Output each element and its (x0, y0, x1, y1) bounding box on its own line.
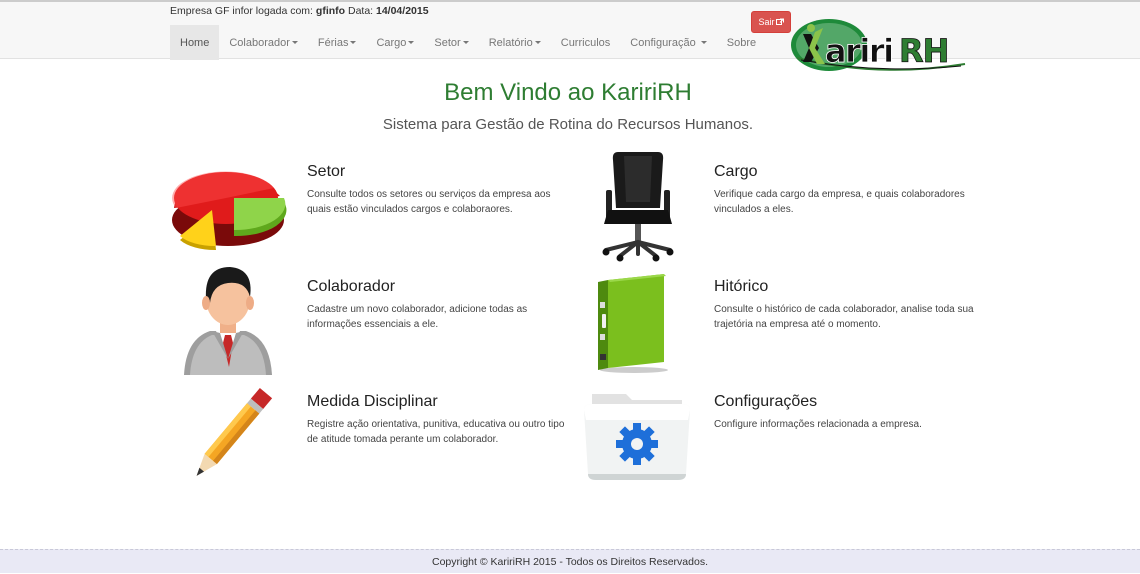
footer: Copyright © KaririRH 2015 - Todos os Dir… (0, 549, 1140, 573)
office-chair-icon[interactable] (598, 150, 678, 262)
caret-down-icon (408, 41, 415, 44)
historico-title[interactable]: Hitórico (714, 278, 768, 296)
nav-home-label: Home (180, 36, 210, 49)
main-nav: Home Colaborador Férias Cargo Setor Rela… (170, 25, 766, 60)
caret-down-icon (700, 41, 707, 44)
logout-icon (775, 18, 784, 25)
svg-text:RH: RH (899, 32, 948, 70)
colaborador-title[interactable]: Colaborador (307, 278, 395, 296)
top-navbar: Empresa GF infor logada com: gfinfo Data… (0, 0, 1140, 60)
nav-sobre-label: Sobre (726, 36, 757, 49)
setor-title[interactable]: Setor (307, 163, 345, 181)
nav-curriculos-label: Curriculos (560, 36, 611, 49)
session-date-label: Data: (345, 5, 376, 17)
caret-down-icon (350, 41, 357, 44)
nav-setor[interactable]: Setor (424, 25, 478, 60)
medida-title[interactable]: Medida Disciplinar (307, 393, 438, 411)
nav-relatorio-label: Relatório (488, 36, 533, 49)
session-date: 14/04/2015 (376, 5, 429, 17)
caret-down-icon (462, 41, 469, 44)
page-subtitle: Sistema para Gestão de Rotina do Recurso… (382, 116, 754, 133)
session-prefix: Empresa GF infor logada com: (170, 5, 316, 17)
session-user: gfinfo (315, 5, 346, 17)
caret-down-icon (534, 41, 541, 44)
nav-ferias-label: Férias (317, 36, 349, 49)
colaborador-description: Cadastre um novo colaborador, adicione t… (307, 304, 528, 330)
page-title: Bem Vindo ao KaririRH (444, 79, 692, 106)
nav-home[interactable]: Home (170, 25, 220, 60)
nav-curriculos[interactable]: Curriculos (551, 25, 621, 60)
nav-cargo-label: Cargo (376, 36, 407, 49)
brand-logo[interactable]: ariri RH (789, 12, 967, 74)
historico-description: Consulte o histórico de cada colaborador… (714, 304, 974, 330)
nav-cargo[interactable]: Cargo (366, 25, 424, 60)
nav-relatorio[interactable]: Relatório (479, 25, 551, 60)
nav-ferias[interactable]: Férias (308, 25, 367, 60)
medida-description: Registre ação orientativa, punitiva, edu… (307, 419, 565, 445)
logout-label: Sair (758, 17, 775, 27)
footer-copyright: Copyright © KaririRH 2015 - Todos os Dir… (432, 556, 708, 568)
pie-chart-icon[interactable] (168, 158, 288, 253)
config-title[interactable]: Configurações (714, 393, 817, 411)
setor-description: Consulte todos os setores ou serviços da… (307, 189, 551, 215)
cargo-title[interactable]: Cargo (714, 163, 758, 181)
nav-setor-label: Setor (434, 36, 461, 49)
kariri-logo-icon: ariri RH (791, 19, 966, 71)
svg-text:ariri: ariri (825, 32, 893, 70)
session-info: Empresa GF infor logada com: gfinfo Data… (170, 5, 429, 17)
nav-configuracao-label: Configuração (630, 36, 696, 49)
settings-folder-icon[interactable] (582, 390, 692, 482)
caret-down-icon (291, 41, 298, 44)
nav-configuracao[interactable]: Configuração (620, 25, 717, 60)
logout-button[interactable]: Sair (751, 11, 791, 33)
binder-icon[interactable] (594, 272, 670, 374)
pencil-icon[interactable] (184, 384, 276, 488)
nav-colaborador-label: Colaborador (229, 36, 290, 49)
config-description: Configure informações relacionada a empr… (714, 419, 922, 430)
logo-wordmark: ariri RH (825, 32, 950, 71)
nav-colaborador[interactable]: Colaborador (219, 25, 308, 60)
cargo-description: Verifique cada cargo da empresa, e quais… (714, 189, 965, 215)
businessman-icon[interactable] (180, 263, 276, 379)
